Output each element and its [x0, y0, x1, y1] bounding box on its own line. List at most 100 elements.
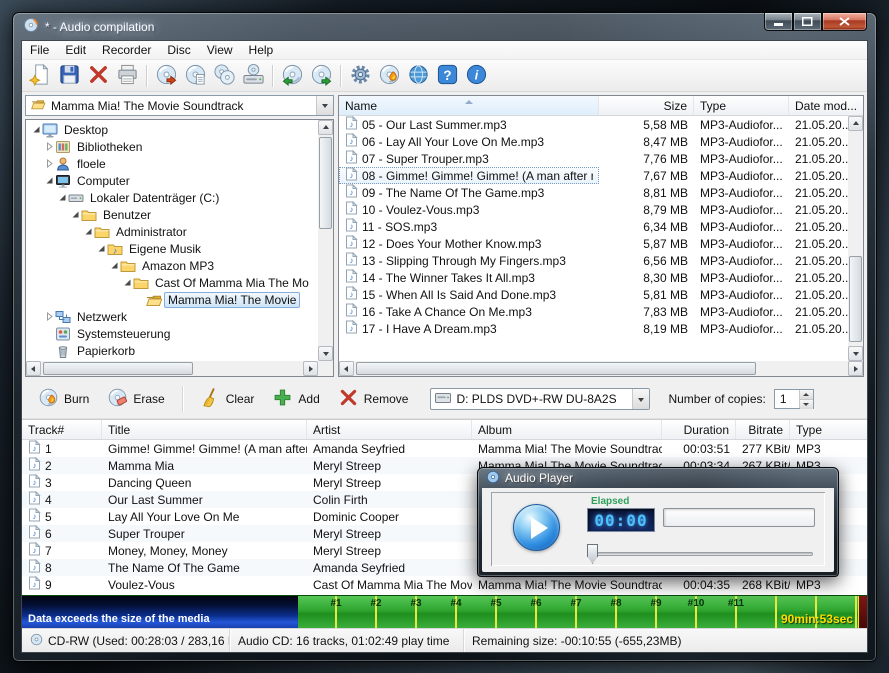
column-header-type[interactable]: Type: [790, 420, 867, 439]
tree-item[interactable]: Systemsteuerung: [26, 325, 318, 342]
tree-item[interactable]: Computer: [26, 172, 318, 189]
burn-button[interactable]: [375, 62, 403, 90]
title-bar[interactable]: * - Audio compilation: [13, 13, 876, 40]
menu-disc[interactable]: Disc: [159, 41, 198, 59]
file-row[interactable]: ♪12 - Does Your Mother Know.mp3 5,87 MB …: [339, 235, 848, 252]
file-row[interactable]: ♪14 - The Winner Takes It All.mp3 8,30 M…: [339, 269, 848, 286]
file-row[interactable]: ♪13 - Slipping Through My Fingers.mp3 6,…: [339, 252, 848, 269]
column-header-size[interactable]: Size: [599, 96, 694, 115]
progress-bar[interactable]: [663, 508, 815, 527]
tree-item[interactable]: Desktop: [26, 121, 318, 138]
column-header-track#[interactable]: Track#: [22, 420, 102, 439]
seek-slider[interactable]: [587, 544, 813, 564]
tree-vertical-scrollbar[interactable]: [318, 120, 333, 361]
remove-button[interactable]: Remove: [330, 383, 417, 415]
file-row[interactable]: ♪15 - When All Is Said And Done.mp3 5,81…: [339, 286, 848, 303]
column-header-album[interactable]: Album: [472, 420, 662, 439]
column-header-name[interactable]: Name: [339, 96, 599, 115]
file-row[interactable]: ♪09 - The Name Of The Game.mp3 8,81 MB M…: [339, 184, 848, 201]
file-row[interactable]: ♪16 - Take A Chance On Me.mp3 7,83 MB MP…: [339, 303, 848, 320]
scroll-up-button[interactable]: [318, 120, 333, 135]
add-button[interactable]: Add: [264, 383, 327, 415]
track-row[interactable]: ♪9 Voulez-Vous Cast Of Mamma Mia The Mov…: [22, 576, 867, 593]
tree-item[interactable]: Amazon MP3: [26, 257, 318, 274]
file-row[interactable]: ♪17 - I Have A Dream.mp3 8,19 MB MP3-Aud…: [339, 320, 848, 337]
column-header-bitrate[interactable]: Bitrate: [736, 420, 790, 439]
menu-edit[interactable]: Edit: [57, 41, 94, 59]
scrollbar-thumb[interactable]: [356, 362, 756, 375]
tree-horizontal-scrollbar[interactable]: [26, 361, 318, 376]
scroll-right-button[interactable]: [848, 361, 863, 376]
web-button[interactable]: [404, 62, 432, 90]
tree-expander-open[interactable]: [121, 278, 133, 287]
file-row[interactable]: ♪07 - Super Trouper.mp3 7,76 MB MP3-Audi…: [339, 150, 848, 167]
scroll-left-button[interactable]: [339, 361, 354, 376]
tree-item[interactable]: Benutzer: [26, 206, 318, 223]
scrollbar-thumb[interactable]: [849, 256, 862, 342]
scroll-up-button[interactable]: [848, 116, 863, 131]
tree-expander-open[interactable]: [108, 261, 120, 270]
scroll-left-button[interactable]: [26, 361, 41, 376]
file-row[interactable]: ♪11 - SOS.mp3 6,34 MB MP3-Audiofor... 21…: [339, 218, 848, 235]
tree-item[interactable]: Bibliotheken: [26, 138, 318, 155]
scrollbar-track[interactable]: [354, 361, 848, 376]
tree-expander-open[interactable]: [95, 244, 107, 253]
tree-item[interactable]: Netzwerk: [26, 308, 318, 325]
tree-item[interactable]: Mamma Mia! The Movie: [26, 291, 318, 308]
delete-button[interactable]: [84, 62, 112, 90]
save-button[interactable]: [55, 62, 83, 90]
file-horizontal-scrollbar[interactable]: [339, 361, 863, 376]
scrollbar-track[interactable]: [41, 361, 303, 376]
copies-spinner[interactable]: 1: [774, 389, 814, 409]
erase-button[interactable]: Erase: [99, 383, 172, 415]
info-button[interactable]: i: [462, 62, 490, 90]
scroll-down-button[interactable]: [848, 346, 863, 361]
tree-item[interactable]: floele: [26, 155, 318, 172]
menu-view[interactable]: View: [199, 41, 241, 59]
file-row[interactable]: ♪08 - Gimme! Gimme! Gimme! (A man after …: [339, 167, 848, 184]
help-button[interactable]: ?: [433, 62, 461, 90]
drive-select[interactable]: D: PLDS DVD+-RW DU-8A2S: [430, 388, 650, 410]
scrollbar-thumb[interactable]: [43, 362, 193, 375]
file-vertical-scrollbar[interactable]: [848, 116, 863, 361]
column-header-date-mod-[interactable]: Date mod...: [789, 96, 863, 115]
tree-item[interactable]: Cast Of Mamma Mia The Mo: [26, 274, 318, 291]
copy-disc-button[interactable]: [210, 62, 238, 90]
column-header-artist[interactable]: Artist: [307, 420, 472, 439]
menu-recorder[interactable]: Recorder: [94, 41, 159, 59]
slider-thumb[interactable]: [587, 544, 598, 564]
export-compilation-button[interactable]: [307, 62, 335, 90]
maximize-button[interactable]: [793, 13, 822, 31]
column-header-duration[interactable]: Duration: [662, 420, 736, 439]
tree-expander-open[interactable]: [69, 210, 81, 219]
rip-audio-button[interactable]: [152, 62, 180, 90]
tree-expander-open[interactable]: [82, 227, 94, 236]
file-row[interactable]: ♪06 - Lay All Your Love On Me.mp3 8,47 M…: [339, 133, 848, 150]
write-iso-button[interactable]: [181, 62, 209, 90]
tree-item[interactable]: ♪ Eigene Musik: [26, 240, 318, 257]
burn-device-button[interactable]: [239, 62, 267, 90]
spin-down-button[interactable]: [800, 400, 813, 409]
column-header-title[interactable]: Title: [102, 420, 307, 439]
spin-up-button[interactable]: [800, 390, 813, 400]
burn-button[interactable]: Burn: [30, 383, 97, 415]
scrollbar-track[interactable]: [318, 135, 333, 346]
tree-expander-open[interactable]: [43, 176, 55, 185]
column-header-type[interactable]: Type: [694, 96, 789, 115]
tree-expander-open[interactable]: [30, 125, 42, 134]
tree-expander-closed[interactable]: [43, 312, 55, 321]
tree-expander-closed[interactable]: [43, 142, 55, 151]
folder-combobox-arrow[interactable]: [316, 96, 333, 115]
clear-button[interactable]: Clear: [192, 383, 263, 415]
print-button[interactable]: [113, 62, 141, 90]
play-button[interactable]: [513, 504, 560, 551]
scrollbar-thumb[interactable]: [319, 137, 332, 229]
tree-item[interactable]: Lokaler Datenträger (C:): [26, 189, 318, 206]
import-compilation-button[interactable]: [278, 62, 306, 90]
menu-help[interactable]: Help: [241, 41, 282, 59]
menu-file[interactable]: File: [22, 41, 57, 59]
file-row[interactable]: ♪05 - Our Last Summer.mp3 5,58 MB MP3-Au…: [339, 116, 848, 133]
player-title-bar[interactable]: Audio Player: [478, 468, 838, 488]
close-button[interactable]: [822, 13, 867, 31]
scroll-down-button[interactable]: [318, 346, 333, 361]
